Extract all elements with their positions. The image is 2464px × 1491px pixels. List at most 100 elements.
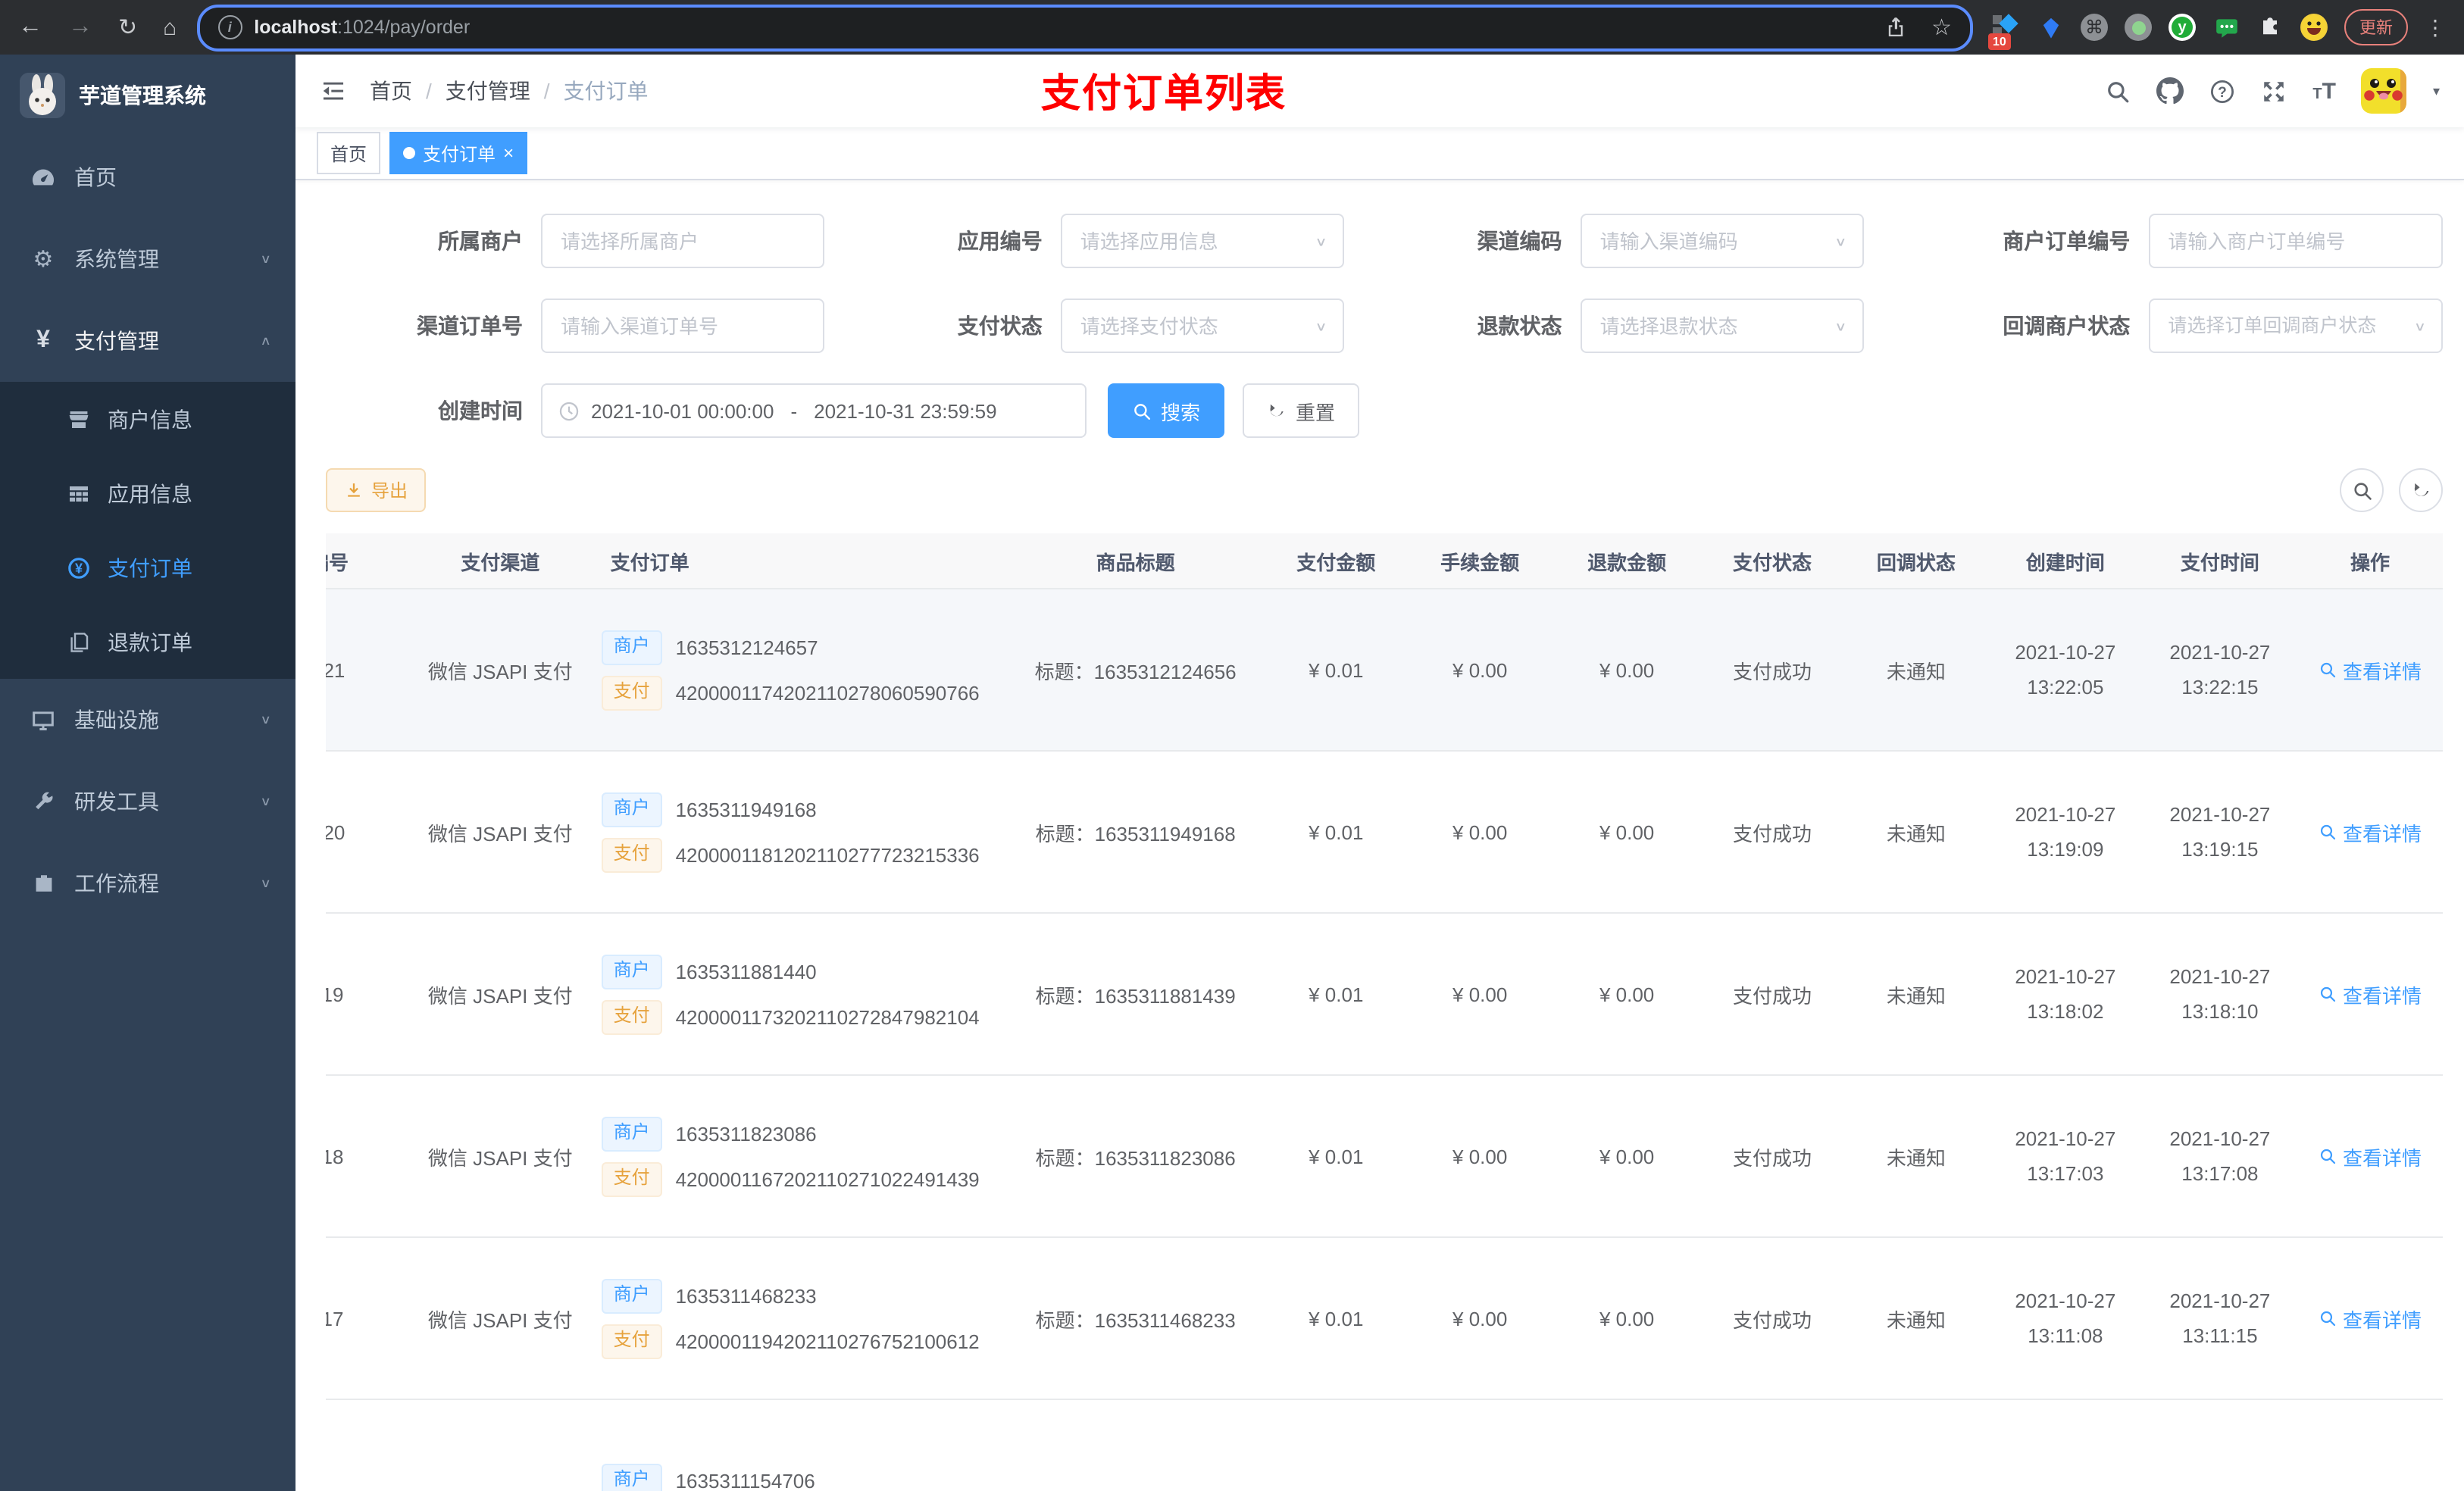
cell-create-time: 2021-10-27 13:18:02 xyxy=(1987,913,2143,1076)
extension-sketch-icon[interactable] xyxy=(2037,14,2064,41)
help-icon[interactable] xyxy=(2209,78,2235,104)
pay-order-table: 编号 支付渠道 支付订单 商品标题 支付金额 手续金额 退款金额 支付状态 回调… xyxy=(326,533,2443,1491)
breadcrumb-home[interactable]: 首页 xyxy=(370,76,412,106)
bookmark-star-icon[interactable]: ☆ xyxy=(1931,16,1952,39)
toggle-search-button[interactable] xyxy=(2340,468,2384,512)
cell-refund: ¥ 0.00 xyxy=(1553,913,1701,1076)
refund-status-input[interactable] xyxy=(1596,313,1825,339)
sidebar-item-system[interactable]: ⚙ 系统管理 ∨ xyxy=(0,218,295,300)
cell-notify-status: 未通知 xyxy=(1843,751,1988,914)
fullscreen-icon[interactable] xyxy=(2261,78,2287,104)
channel-order-no-field[interactable] xyxy=(541,299,824,353)
sidebar-item-refund-order[interactable]: 退款订单 xyxy=(0,605,295,679)
sidebar-item-infra[interactable]: 基础设施 ∨ xyxy=(0,679,295,761)
browser-forward-icon[interactable]: → xyxy=(68,14,92,39)
app-logo[interactable]: 芋道管理系统 xyxy=(0,55,295,136)
share-icon[interactable] xyxy=(1883,15,1907,39)
view-detail-link[interactable]: 查看详情 xyxy=(2319,817,2422,846)
extension-y-icon[interactable]: y xyxy=(2169,14,2196,41)
sidebar-item-merchant-info[interactable]: 商户信息 xyxy=(0,382,295,456)
cell-pay-status: 支付成功 xyxy=(1700,1237,1844,1400)
cell-fee: ¥ 0.00 xyxy=(1406,1237,1554,1400)
reset-button[interactable]: 重置 xyxy=(1243,383,1360,438)
close-icon[interactable]: × xyxy=(503,144,514,162)
sidebar-item-pay[interactable]: ¥ 支付管理 ∧ xyxy=(0,300,295,382)
shop-icon xyxy=(67,407,91,431)
browser-chrome: ← → ↻ ⌂ i localhost:1024/pay/order ☆ 10 … xyxy=(0,0,2464,55)
app-title: 芋道管理系统 xyxy=(79,83,206,108)
avatar-caret-icon[interactable]: ▾ xyxy=(2433,83,2440,99)
create-time-range-picker[interactable]: 2021-10-01 00:00:00 - 2021-10-31 23:59:5… xyxy=(541,383,1087,438)
sidebar-item-pay-order[interactable]: 支付订单 xyxy=(0,530,295,605)
cell-id: 120 xyxy=(326,751,402,914)
sidebar-item-workflow[interactable]: 工作流程 ∨ xyxy=(0,842,295,924)
notify-status-input[interactable] xyxy=(2165,314,2403,338)
magnifier-icon xyxy=(2319,985,2337,1003)
sidebar-fold-icon[interactable] xyxy=(320,77,347,105)
chevron-down-icon: ∨ xyxy=(1315,234,1327,248)
view-detail-link[interactable]: 查看详情 xyxy=(2319,655,2422,684)
channel-order-no-input[interactable] xyxy=(558,313,808,339)
pay-status-input[interactable] xyxy=(1077,313,1305,339)
refresh-table-button[interactable] xyxy=(2399,468,2443,512)
channel-code-input[interactable] xyxy=(1596,228,1825,254)
pay-tag: 支付 xyxy=(601,837,662,872)
sidebar-item-devtools[interactable]: 研发工具 ∨ xyxy=(0,761,295,842)
wrench-icon xyxy=(30,789,56,814)
pay-status-select[interactable]: ∨ xyxy=(1060,299,1344,353)
channel-code-select[interactable]: ∨ xyxy=(1580,214,1864,268)
sidebar-item-app-info[interactable]: 应用信息 xyxy=(0,456,295,530)
cell-order: 商户 1635311881440 支付 4200001173202110272847… xyxy=(598,913,1005,1076)
sidebar-item-home[interactable]: 首页 xyxy=(0,136,295,218)
cell-action: 查看详情 xyxy=(2297,1075,2443,1238)
view-detail-link[interactable]: 查看详情 xyxy=(2319,1142,2422,1171)
view-detail-link[interactable]: 查看详情 xyxy=(2319,1304,2422,1333)
user-avatar[interactable] xyxy=(2361,68,2407,114)
table-row[interactable]: 118 微信 JSAPI 支付 商户1635311823086 支付420000… xyxy=(326,1075,2443,1238)
profile-emoji-icon[interactable] xyxy=(2300,14,2328,41)
filter-label: 创建时间 xyxy=(438,399,523,423)
pay-tag: 支付 xyxy=(601,1161,662,1196)
breadcrumb-pay[interactable]: 支付管理 xyxy=(446,76,530,106)
tab-home[interactable]: 首页 xyxy=(317,132,381,174)
merchant-order-no-input[interactable] xyxy=(2165,228,2426,254)
extension-chat-icon[interactable] xyxy=(2212,14,2240,41)
app-input[interactable] xyxy=(1077,228,1305,254)
table-row[interactable]: 119 微信 JSAPI 支付 商户1635311881440 支付420000… xyxy=(326,913,2443,1076)
pay-tag: 支付 xyxy=(601,1324,662,1358)
browser-reload-icon[interactable]: ↻ xyxy=(118,16,137,39)
font-size-icon[interactable]: TT xyxy=(2312,78,2336,104)
address-bar[interactable]: i localhost:1024/pay/order ☆ xyxy=(196,4,1973,51)
export-button[interactable]: 导出 xyxy=(326,468,427,512)
extension-command-icon[interactable]: ⌘ xyxy=(2081,14,2108,41)
merchant-order-no-field[interactable] xyxy=(2148,214,2443,268)
filter-label: 回调商户状态 xyxy=(2003,314,2131,338)
search-button[interactable]: 搜索 xyxy=(1108,383,1225,438)
github-icon[interactable] xyxy=(2156,77,2184,105)
merchant-input[interactable] xyxy=(558,228,808,254)
table-row[interactable]: 117 微信 JSAPI 支付 商户1635311468233 支付420000… xyxy=(326,1237,2443,1400)
refund-status-select[interactable]: ∨ xyxy=(1580,299,1864,353)
table-row[interactable]: 商户 1635311154706 xyxy=(326,1399,2443,1491)
search-icon[interactable] xyxy=(2105,78,2131,104)
chevron-down-icon: ∨ xyxy=(1315,319,1327,333)
app-select[interactable]: ∨ xyxy=(1060,214,1344,268)
site-info-icon[interactable]: i xyxy=(217,15,242,39)
browser-update-button[interactable]: 更新 xyxy=(2344,9,2408,45)
browser-back-icon[interactable]: ← xyxy=(18,14,42,39)
merchant-tag: 商户 xyxy=(601,1278,662,1313)
cell-amount: ¥ 0.01 xyxy=(1265,589,1407,752)
extension-diamond-icon[interactable]: 10 xyxy=(1988,14,2020,50)
browser-home-icon[interactable]: ⌂ xyxy=(163,16,177,39)
merchant-select[interactable] xyxy=(541,214,824,268)
notify-status-select[interactable]: ∨ xyxy=(2148,299,2443,353)
table-row[interactable]: 120 微信 JSAPI 支付 商户1635311949168 支付420000… xyxy=(326,751,2443,914)
cell-channel: 微信 JSAPI 支付 xyxy=(402,751,599,914)
cell-refund: ¥ 0.00 xyxy=(1553,1075,1701,1238)
extension-record-icon[interactable] xyxy=(2125,14,2152,41)
tab-pay-order[interactable]: 支付订单 × xyxy=(389,132,528,174)
browser-menu-icon[interactable]: ⋮ xyxy=(2425,14,2446,40)
extensions-puzzle-icon[interactable] xyxy=(2256,14,2284,41)
table-row[interactable]: 121 微信 JSAPI 支付 商户1635312124657 支付420000… xyxy=(326,589,2443,752)
view-detail-link[interactable]: 查看详情 xyxy=(2319,980,2422,1008)
